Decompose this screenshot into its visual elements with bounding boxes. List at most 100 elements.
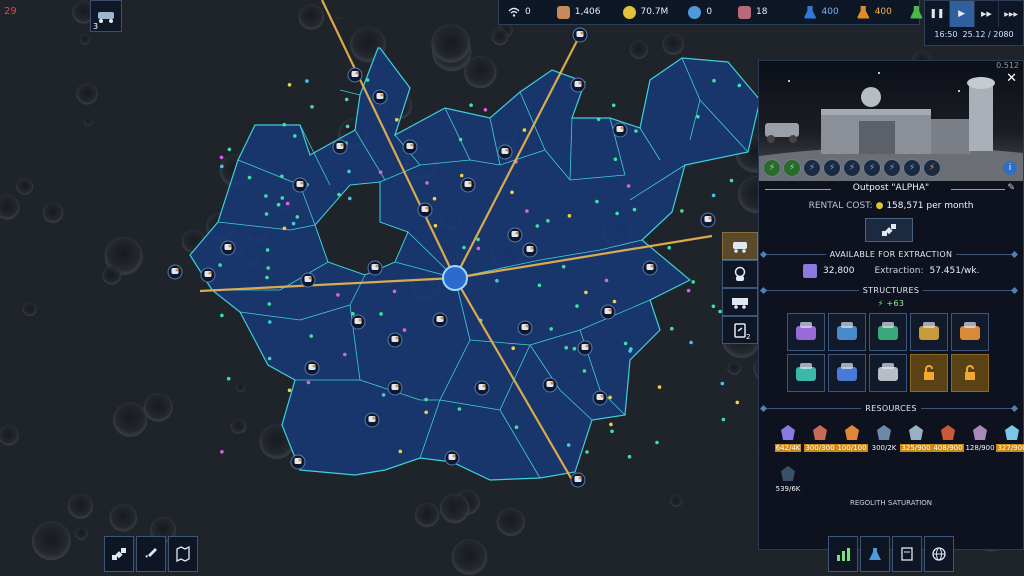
unit-marker [522, 242, 538, 258]
resource-dot [657, 385, 662, 389]
resource-metal[interactable]: 325/900 [900, 423, 932, 461]
edit-pencil-icon[interactable]: ✎ [1007, 183, 1015, 193]
resource-dot [572, 346, 577, 351]
resource-dot [247, 175, 252, 180]
structure-drill-rig[interactable] [828, 313, 866, 351]
resource-dot [291, 221, 296, 226]
play-button[interactable]: ▶ [949, 1, 975, 27]
unit-marker [642, 260, 658, 276]
unit-marker [300, 272, 316, 288]
chip-icon [813, 425, 827, 440]
power-slot-icon[interactable]: ⚡ [883, 159, 901, 177]
structure-locked-slot[interactable] [910, 354, 948, 392]
power-slot-icon[interactable]: ⚡ [783, 159, 801, 177]
resource-dot [522, 128, 527, 132]
lock-icon [965, 365, 975, 380]
structure-locked-slot[interactable] [951, 354, 989, 392]
mini-button-cards[interactable] [722, 316, 758, 344]
unit-marker [367, 260, 383, 276]
unit-marker [542, 377, 558, 393]
resource-dot [220, 164, 224, 169]
rocket-button[interactable] [136, 536, 166, 572]
resource-crystal[interactable]: 642/4K [773, 423, 803, 461]
fastest-button[interactable]: ▶▶▶ [999, 1, 1023, 27]
resource-ice[interactable]: 327/900 [996, 423, 1024, 461]
slot-bar: ⚡ ⚡ ⚡ ⚡ ⚡ ⚡ ⚡ ⚡ ⚡ [763, 159, 941, 177]
resource-dot [712, 78, 716, 83]
stats-button[interactable] [828, 536, 858, 572]
mini-button-astronaut[interactable] [722, 260, 758, 288]
resource-dot [535, 224, 540, 228]
crater [670, 494, 683, 507]
power-slot-icon[interactable]: ⚡ [763, 159, 781, 177]
map-button[interactable] [168, 536, 198, 572]
satellite-button[interactable] [104, 536, 134, 572]
signal-icon [508, 7, 520, 17]
power-slot-icon[interactable]: ⚡ [843, 159, 861, 177]
unit-marker [332, 139, 348, 155]
resource-dot [609, 422, 613, 427]
structure-storage-module[interactable] [869, 313, 907, 351]
resource-coal[interactable]: 539/6K [773, 464, 803, 502]
pause-button[interactable]: ❚❚ [925, 1, 950, 27]
hub-marker[interactable] [442, 265, 468, 291]
close-button[interactable]: ✕ [1006, 71, 1017, 86]
globe-button[interactable] [924, 536, 954, 572]
lab-button[interactable] [860, 536, 890, 572]
resource-dot [282, 226, 287, 231]
structure-habitat-dome[interactable] [787, 354, 825, 392]
crater [451, 539, 488, 575]
power-slot-icon[interactable]: ⚡ [923, 159, 941, 177]
resource-dot [264, 194, 268, 198]
structures-label: STRUCTURES [759, 286, 1023, 295]
unit-marker [460, 177, 476, 193]
resource-copper[interactable]: 408/900 [932, 423, 964, 461]
resource-dot [379, 312, 383, 316]
info-icon[interactable]: i [1003, 161, 1017, 175]
resource-dot [525, 209, 529, 213]
deploy-satellite-button[interactable] [865, 218, 913, 242]
power-slot-icon[interactable]: ⚡ [823, 159, 841, 177]
resource-value: 539/6K [775, 485, 801, 493]
resource-dot [381, 393, 386, 397]
structure-generator[interactable] [910, 313, 948, 351]
structure-refinery[interactable] [951, 313, 989, 351]
resource-dot [459, 173, 464, 178]
unit-marker [200, 267, 216, 283]
crater [727, 361, 741, 376]
book-button[interactable] [892, 536, 922, 572]
resource-dot [737, 83, 742, 88]
resource-dot [432, 196, 437, 201]
unit-marker [372, 89, 388, 105]
mini-button-vehicle[interactable] [722, 288, 758, 316]
crater [109, 503, 138, 532]
structures-grid [787, 313, 989, 392]
resource-dot [510, 190, 514, 195]
power-slot-icon[interactable]: ⚡ [803, 159, 821, 177]
resource-dot [398, 449, 403, 454]
resource-dot [680, 209, 684, 213]
structure-solar-panel[interactable] [828, 354, 866, 392]
resource-dot [729, 178, 734, 183]
crater [76, 83, 98, 105]
resource-chip[interactable]: 300/300 [804, 423, 836, 461]
cargo-icon [738, 5, 752, 19]
power-slot-icon[interactable]: ⚡ [903, 159, 921, 177]
unit-marker [444, 450, 460, 466]
mini-button-rover[interactable] [722, 232, 758, 260]
resource-ore[interactable]: 300/2K [869, 423, 899, 461]
power-slot-icon[interactable]: ⚡ [863, 159, 881, 177]
coin-icon: ● [875, 201, 884, 211]
outpost-panel: 0.512 ✕ ⚡ ⚡ ⚡ ⚡ ⚡ ⚡ ⚡ ⚡ ⚡ i Outpost "ALP… [758, 60, 1024, 550]
fps-counter: 29 [4, 6, 17, 17]
fast-button[interactable]: ▶▶ [975, 1, 1000, 27]
structure-fuel-tank[interactable] [787, 313, 825, 351]
crater [496, 507, 525, 537]
structure-crate-stack[interactable] [869, 354, 907, 392]
flask-orange-icon [856, 5, 870, 19]
generator-icon [919, 322, 939, 340]
resource-battery[interactable]: 100/100 [836, 423, 868, 461]
unit-marker [350, 314, 366, 330]
resource-rock[interactable]: 128/900 [965, 423, 995, 461]
crater [16, 178, 34, 195]
